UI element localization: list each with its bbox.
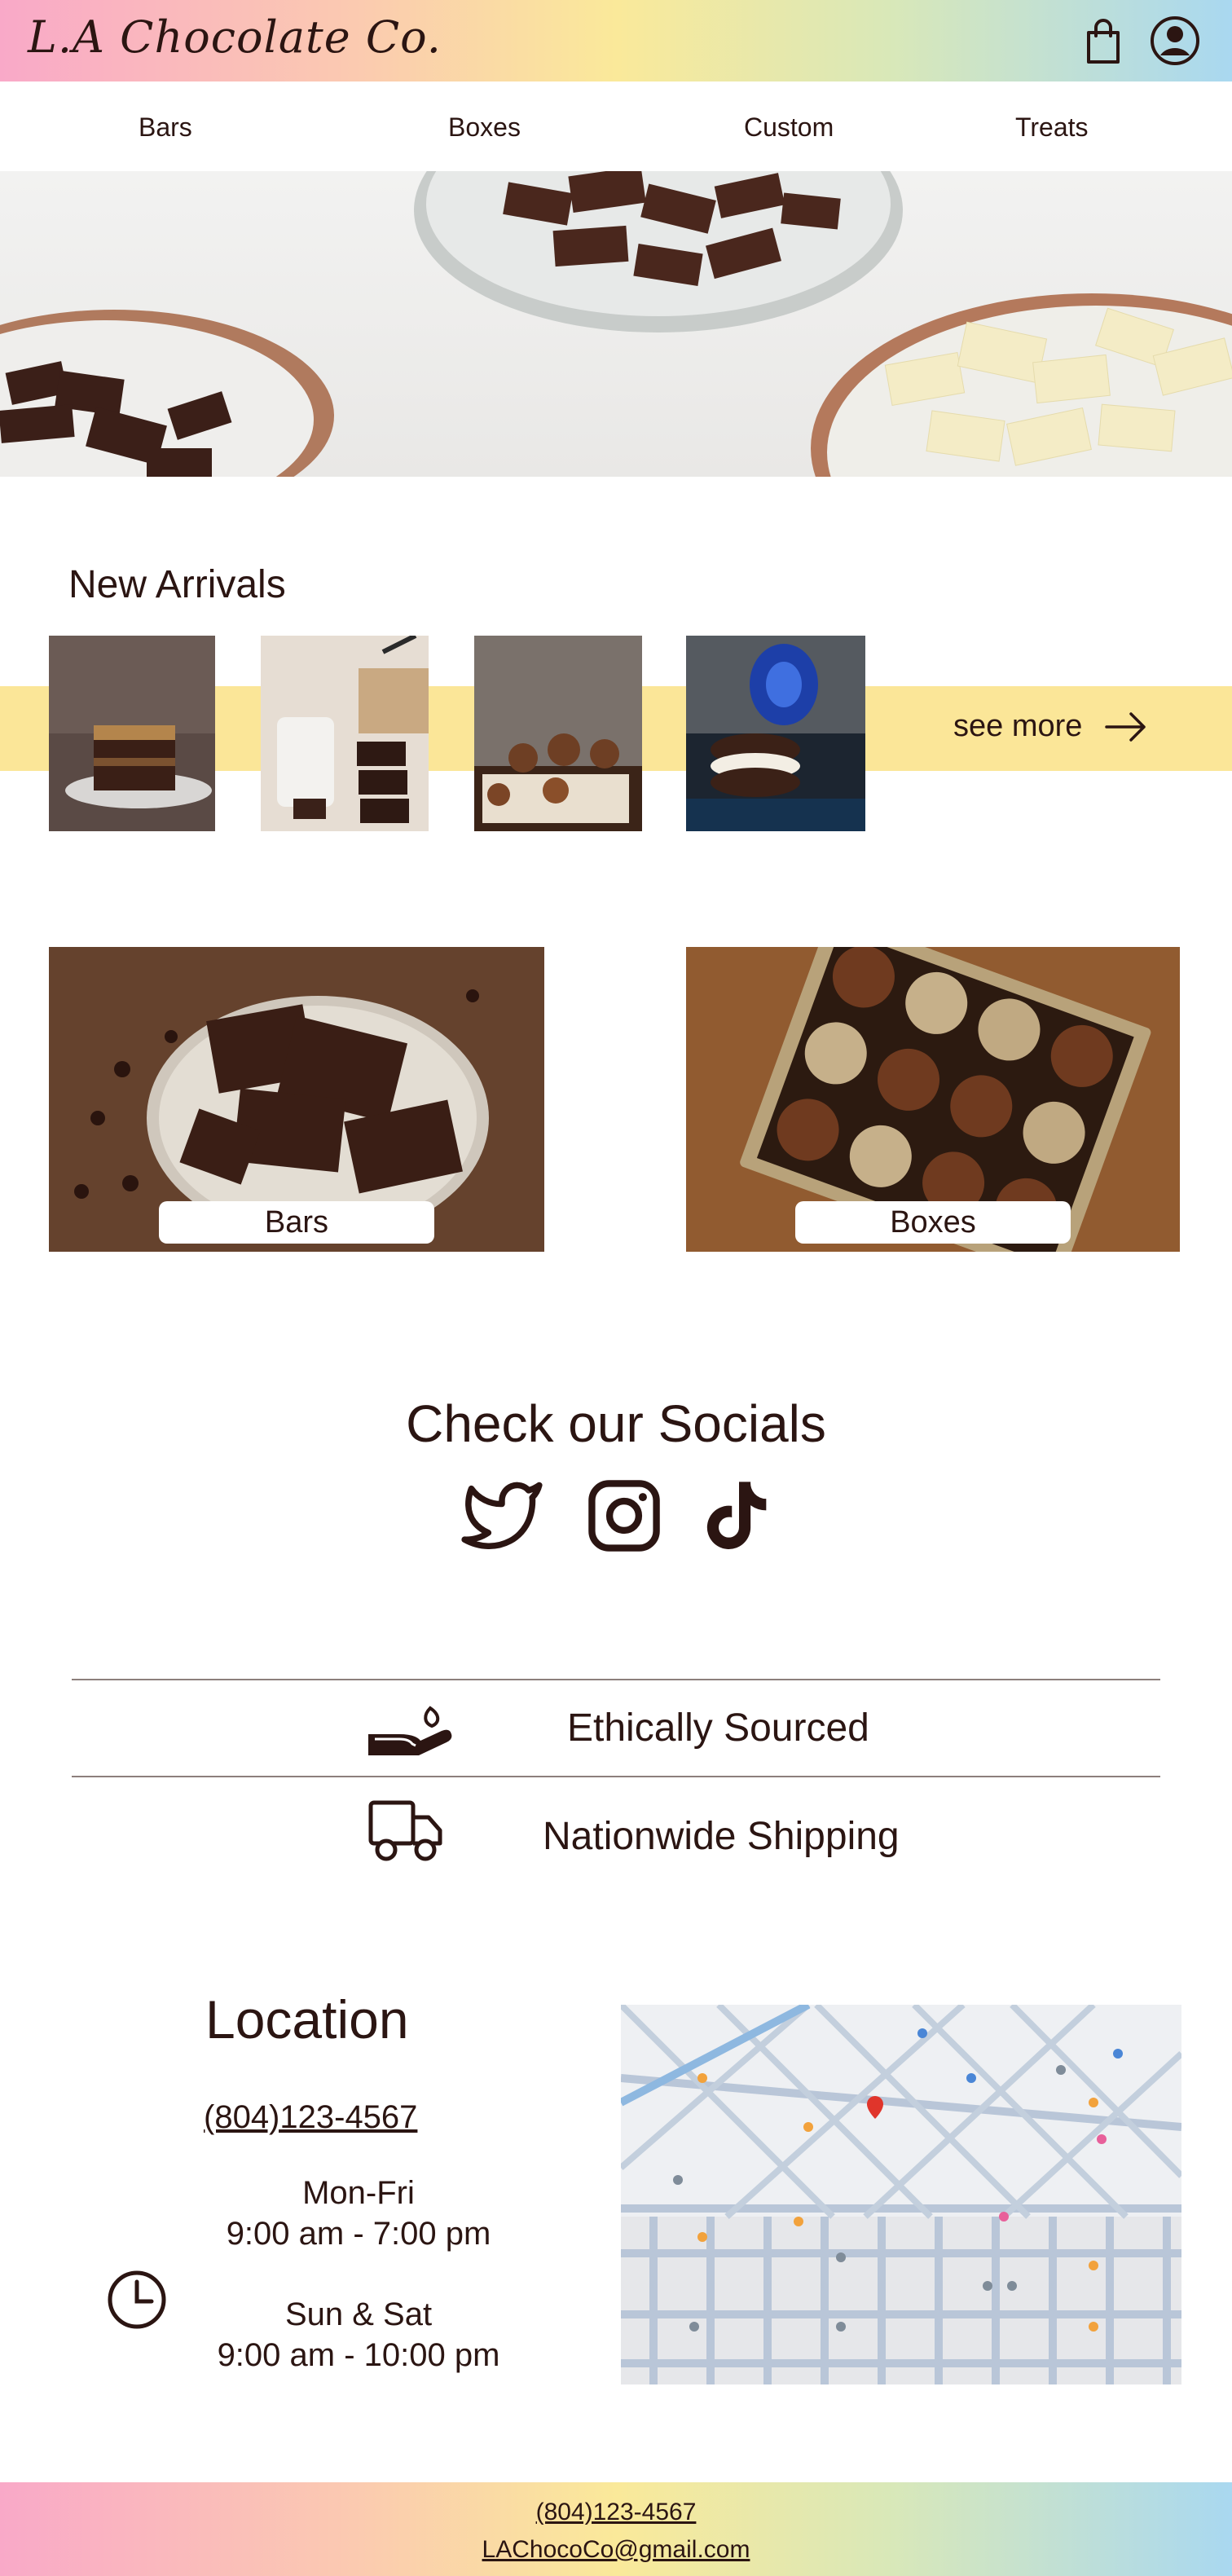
hand-giving-icon [367, 1703, 456, 1764]
nav-item-custom[interactable]: Custom [744, 112, 834, 143]
divider-bottom [72, 1776, 1160, 1777]
see-more-link[interactable]: see more [953, 709, 1147, 744]
hours-weekday-days: Mon-Fri [302, 2175, 415, 2211]
main-nav: Bars Boxes Custom Treats [0, 81, 1232, 171]
delivery-truck-icon [368, 1799, 443, 1866]
location-map[interactable] [621, 2005, 1181, 2384]
footer-email-link[interactable]: LAChocoCo@gmail.com [0, 2536, 1232, 2564]
arrival-thumb-2[interactable] [261, 636, 429, 831]
cart-button[interactable] [1074, 11, 1133, 70]
shopping-bag-icon [1087, 19, 1120, 64]
location-phone-link[interactable]: (804)123-4567 [204, 2099, 417, 2136]
category-label-bars: Bars [159, 1201, 434, 1244]
divider-top [72, 1679, 1160, 1680]
nav-item-bars[interactable]: Bars [139, 112, 192, 143]
socials-title: Check our Socials [406, 1394, 826, 1453]
nav-item-treats[interactable]: Treats [1015, 112, 1089, 143]
arrow-right-icon [1105, 711, 1146, 742]
site-header: L.A Chocolate Co. [0, 0, 1232, 81]
category-label-boxes: Boxes [795, 1201, 1071, 1244]
twitter-icon[interactable] [461, 1475, 543, 1557]
arrival-thumb-3[interactable] [474, 636, 642, 831]
location-title: Location [205, 1989, 409, 2050]
feature-nationwide-shipping: Nationwide Shipping [543, 1815, 900, 1858]
nav-item-boxes[interactable]: Boxes [448, 112, 521, 143]
clock-icon [106, 2269, 168, 2334]
account-button[interactable] [1146, 11, 1204, 70]
instagram-icon[interactable] [583, 1475, 665, 1557]
hours-weekend: Sun & Sat 9:00 am - 10:00 pm [179, 2294, 538, 2376]
site-logo[interactable]: L.A Chocolate Co. [28, 11, 442, 63]
see-more-label: see more [953, 709, 1083, 743]
hours-weekend-days: Sun & Sat [284, 2296, 433, 2332]
category-card-bars[interactable]: Bars [49, 947, 544, 1252]
hours-weekday-time: 9:00 am - 7:00 pm [226, 2216, 491, 2252]
hours-weekday: Mon-Fri 9:00 am - 7:00 pm [179, 2173, 538, 2254]
new-arrivals-title: New Arrivals [68, 563, 286, 606]
arrival-thumb-4[interactable] [686, 636, 865, 831]
hours-weekend-time: 9:00 am - 10:00 pm [217, 2337, 500, 2373]
user-account-icon [1151, 16, 1199, 65]
tiktok-icon[interactable] [694, 1475, 776, 1557]
footer-phone-link[interactable]: (804)123-4567 [0, 2499, 1232, 2526]
site-footer: (804)123-4567 LAChocoCo@gmail.com [0, 2482, 1232, 2576]
category-card-boxes[interactable]: Boxes [686, 947, 1180, 1252]
feature-ethically-sourced: Ethically Sourced [567, 1706, 869, 1750]
hero-image [0, 171, 1232, 477]
arrival-thumb-1[interactable] [49, 636, 215, 831]
